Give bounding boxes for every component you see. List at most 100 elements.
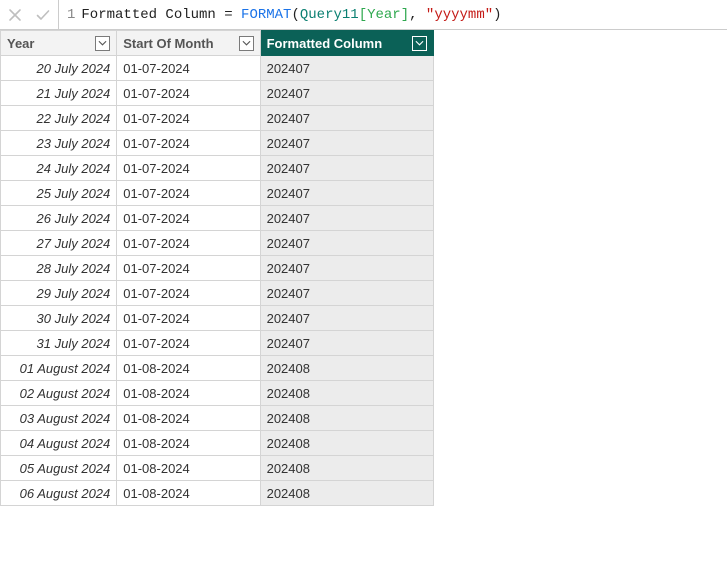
cell-formatted[interactable]: 202407 — [260, 131, 433, 156]
cell-year[interactable]: 01 August 2024 — [1, 356, 117, 381]
cell-formatted[interactable]: 202407 — [260, 306, 433, 331]
filter-icon[interactable] — [95, 36, 110, 51]
table-row[interactable]: 25 July 202401-07-2024202407 — [1, 181, 434, 206]
cell-start-of-month[interactable]: 01-07-2024 — [117, 206, 260, 231]
cell-year[interactable]: 22 July 2024 — [1, 106, 117, 131]
cell-formatted[interactable]: 202407 — [260, 181, 433, 206]
data-table: Year Start Of Month Formatted Column — [0, 30, 434, 506]
cell-year[interactable]: 20 July 2024 — [1, 56, 117, 81]
column-header-fmt-label: Formatted Column — [267, 36, 383, 51]
cell-year[interactable]: 26 July 2024 — [1, 206, 117, 231]
cell-year[interactable]: 27 July 2024 — [1, 231, 117, 256]
cell-start-of-month[interactable]: 01-08-2024 — [117, 356, 260, 381]
filter-icon[interactable] — [412, 36, 427, 51]
column-header-row: Year Start Of Month Formatted Column — [1, 31, 434, 56]
table-row[interactable]: 27 July 202401-07-2024202407 — [1, 231, 434, 256]
cell-formatted[interactable]: 202407 — [260, 156, 433, 181]
cell-year[interactable]: 30 July 2024 — [1, 306, 117, 331]
formula-column-ref: [Year] — [359, 7, 409, 23]
cell-year[interactable]: 05 August 2024 — [1, 456, 117, 481]
table-row[interactable]: 21 July 202401-07-2024202407 — [1, 81, 434, 106]
cell-start-of-month[interactable]: 01-07-2024 — [117, 156, 260, 181]
cell-year[interactable]: 23 July 2024 — [1, 131, 117, 156]
cell-formatted[interactable]: 202408 — [260, 381, 433, 406]
table-row[interactable]: 28 July 202401-07-2024202407 — [1, 256, 434, 281]
table-row[interactable]: 20 July 202401-07-2024202407 — [1, 56, 434, 81]
table-row[interactable]: 23 July 202401-07-2024202407 — [1, 131, 434, 156]
cell-formatted[interactable]: 202407 — [260, 81, 433, 106]
cell-year[interactable]: 04 August 2024 — [1, 431, 117, 456]
column-header-year-label: Year — [7, 36, 34, 51]
table-row[interactable]: 04 August 202401-08-2024202408 — [1, 431, 434, 456]
cell-start-of-month[interactable]: 01-07-2024 — [117, 281, 260, 306]
cell-start-of-month[interactable]: 01-07-2024 — [117, 231, 260, 256]
filter-icon[interactable] — [239, 36, 254, 51]
table-row[interactable]: 22 July 202401-07-2024202407 — [1, 106, 434, 131]
cell-year[interactable]: 29 July 2024 — [1, 281, 117, 306]
cell-formatted[interactable]: 202408 — [260, 481, 433, 506]
formula-function: FORMAT — [241, 7, 291, 23]
table-row[interactable]: 30 July 202401-07-2024202407 — [1, 306, 434, 331]
cell-formatted[interactable]: 202407 — [260, 281, 433, 306]
cell-start-of-month[interactable]: 01-07-2024 — [117, 81, 260, 106]
cell-formatted[interactable]: 202407 — [260, 56, 433, 81]
cell-formatted[interactable]: 202407 — [260, 206, 433, 231]
cell-start-of-month[interactable]: 01-07-2024 — [117, 181, 260, 206]
formula-string-literal: "yyyymm" — [426, 7, 493, 23]
cell-start-of-month[interactable]: 01-07-2024 — [117, 131, 260, 156]
cell-formatted[interactable]: 202408 — [260, 356, 433, 381]
cell-year[interactable]: 31 July 2024 — [1, 331, 117, 356]
cell-formatted[interactable]: 202408 — [260, 406, 433, 431]
cell-year[interactable]: 03 August 2024 — [1, 406, 117, 431]
table-row[interactable]: 24 July 202401-07-2024202407 — [1, 156, 434, 181]
table-row[interactable]: 03 August 202401-08-2024202408 — [1, 406, 434, 431]
formula-measure-name: Formatted Column — [81, 7, 215, 23]
cancel-formula-button[interactable] — [6, 6, 24, 24]
cell-start-of-month[interactable]: 01-07-2024 — [117, 56, 260, 81]
cell-start-of-month[interactable]: 01-08-2024 — [117, 406, 260, 431]
cell-start-of-month[interactable]: 01-08-2024 — [117, 456, 260, 481]
formula-open-paren: ( — [291, 7, 299, 23]
cell-start-of-month[interactable]: 01-07-2024 — [117, 331, 260, 356]
cell-formatted[interactable]: 202408 — [260, 456, 433, 481]
table-row[interactable]: 01 August 202401-08-2024202408 — [1, 356, 434, 381]
cell-start-of-month[interactable]: 01-08-2024 — [117, 431, 260, 456]
formula-bar-actions — [0, 0, 59, 29]
cell-year[interactable]: 21 July 2024 — [1, 81, 117, 106]
data-table-body: 20 July 202401-07-202420240721 July 2024… — [1, 56, 434, 506]
table-row[interactable]: 29 July 202401-07-2024202407 — [1, 281, 434, 306]
cell-formatted[interactable]: 202407 — [260, 106, 433, 131]
formula-equals: = — [216, 7, 241, 23]
formula-table-ref: Query11 — [300, 7, 359, 23]
cell-formatted[interactable]: 202407 — [260, 256, 433, 281]
cell-year[interactable]: 24 July 2024 — [1, 156, 117, 181]
cell-formatted[interactable]: 202407 — [260, 331, 433, 356]
table-row[interactable]: 31 July 202401-07-2024202407 — [1, 331, 434, 356]
cell-year[interactable]: 28 July 2024 — [1, 256, 117, 281]
formula-bar: 1 Formatted Column = FORMAT(Query11[Year… — [0, 0, 727, 30]
table-row[interactable]: 06 August 202401-08-2024202408 — [1, 481, 434, 506]
table-row[interactable]: 02 August 202401-08-2024202408 — [1, 381, 434, 406]
commit-formula-button[interactable] — [34, 6, 52, 24]
table-row[interactable]: 26 July 202401-07-2024202407 — [1, 206, 434, 231]
formula-editor[interactable]: Formatted Column = FORMAT(Query11[Year],… — [81, 0, 727, 29]
table-row[interactable]: 05 August 202401-08-2024202408 — [1, 456, 434, 481]
cell-year[interactable]: 25 July 2024 — [1, 181, 117, 206]
cell-formatted[interactable]: 202407 — [260, 231, 433, 256]
cell-start-of-month[interactable]: 01-07-2024 — [117, 306, 260, 331]
cell-start-of-month[interactable]: 01-07-2024 — [117, 106, 260, 131]
formula-comma: , — [409, 7, 426, 23]
data-table-wrapper: Year Start Of Month Formatted Column — [0, 30, 727, 506]
cell-year[interactable]: 06 August 2024 — [1, 481, 117, 506]
column-header-formatted[interactable]: Formatted Column — [260, 31, 433, 56]
cell-year[interactable]: 02 August 2024 — [1, 381, 117, 406]
cell-formatted[interactable]: 202408 — [260, 431, 433, 456]
cell-start-of-month[interactable]: 01-07-2024 — [117, 256, 260, 281]
column-header-year[interactable]: Year — [1, 31, 117, 56]
cell-start-of-month[interactable]: 01-08-2024 — [117, 381, 260, 406]
column-header-som-label: Start Of Month — [123, 36, 213, 51]
column-header-start-of-month[interactable]: Start Of Month — [117, 31, 260, 56]
formula-close-paren: ) — [493, 7, 501, 23]
formula-line-number: 1 — [59, 0, 81, 29]
cell-start-of-month[interactable]: 01-08-2024 — [117, 481, 260, 506]
